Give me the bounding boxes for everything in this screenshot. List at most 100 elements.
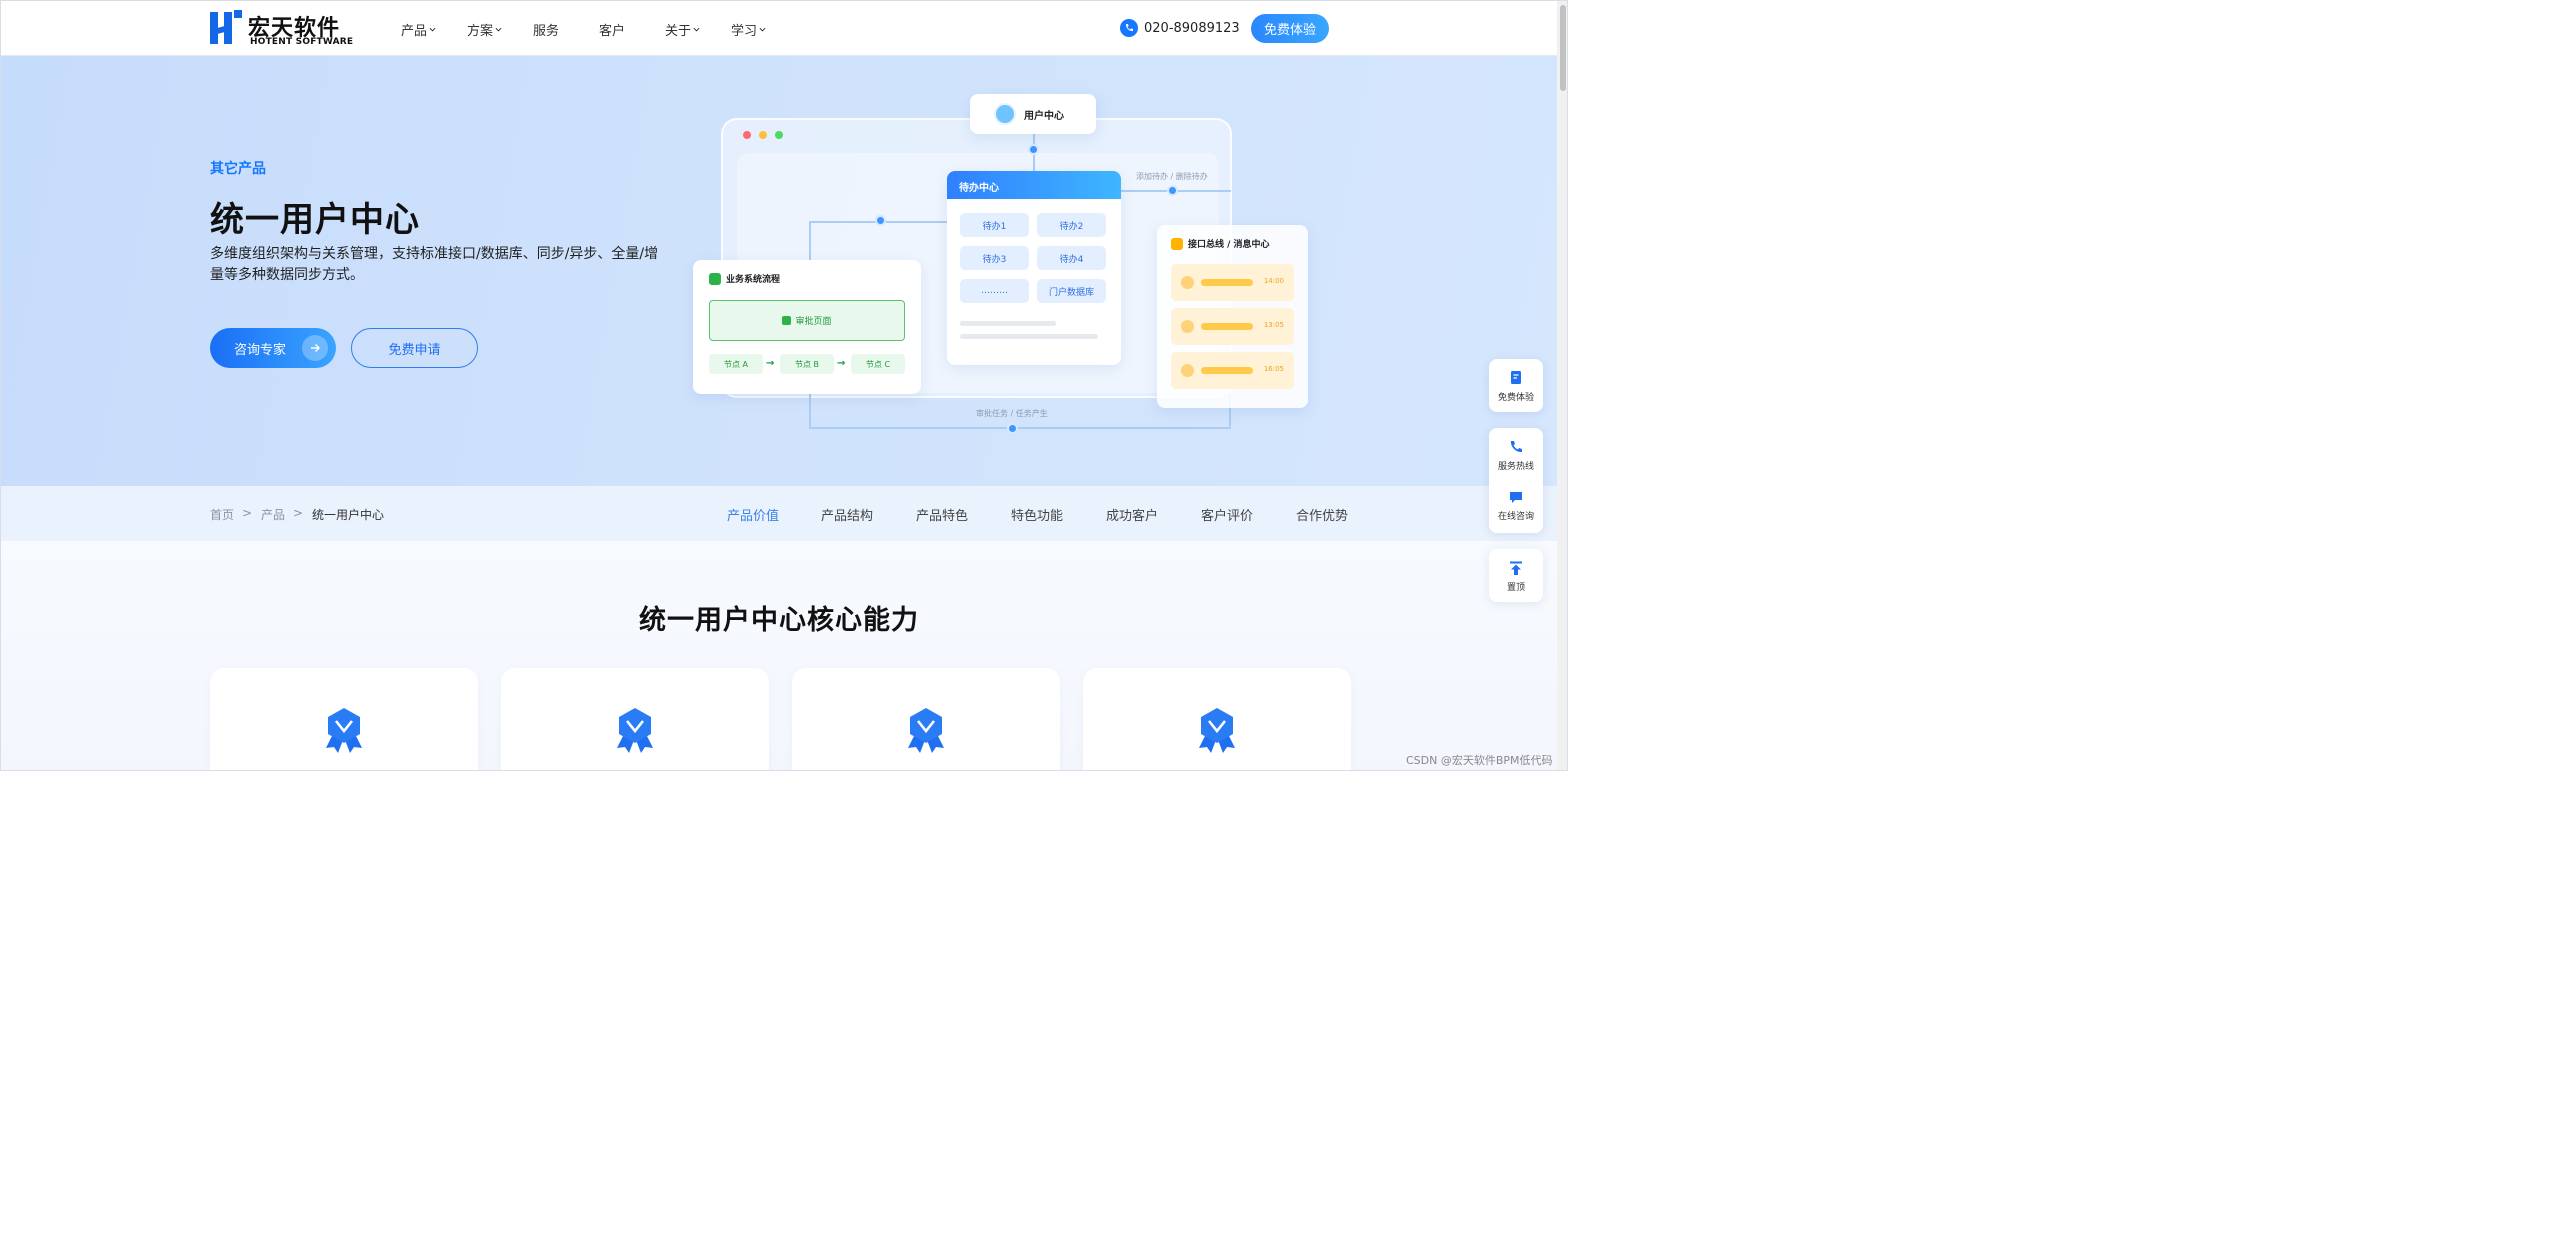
- todo-center-title: 待办中心: [947, 171, 1121, 199]
- tab-product-value[interactable]: 产品价值: [727, 505, 779, 524]
- todo-chip-label: 待办3: [982, 254, 1007, 265]
- nav-label: 客户: [599, 24, 626, 39]
- hero-description: 多维度组织架构与关系管理，支持标准接口/数据库、同步/异步、全量/增量等多种数据…: [210, 246, 659, 283]
- chevron-down-icon: [759, 27, 766, 32]
- logo[interactable]: 宏天软件 HOTENT SOFTWARE: [210, 10, 354, 48]
- hero-illustration: 添加待办 / 删除待办 审批任务 / 任务产生 用户中心 待办中心 待办1 待办…: [691, 94, 1311, 444]
- document-edit-icon: [1511, 370, 1521, 384]
- tab-customer-reviews[interactable]: 客户评价: [1201, 505, 1253, 524]
- breadcrumb-home[interactable]: 首页: [210, 506, 234, 523]
- avatar: [994, 103, 1016, 125]
- float-trial-cell[interactable]: 免费体验: [1489, 361, 1543, 411]
- message-row: 16:05: [1171, 352, 1294, 389]
- logo-text-en: HOTENT SOFTWARE: [250, 37, 354, 47]
- float-online[interactable]: 在线咨询: [1489, 480, 1543, 530]
- float-top-cell[interactable]: 置顶: [1489, 551, 1543, 601]
- flow-node-label: 节点 A: [723, 359, 748, 369]
- placeholder-line: [960, 321, 1056, 326]
- todo-chip-label: 待办1: [982, 221, 1007, 232]
- float-trial[interactable]: 免费体验: [1489, 359, 1543, 412]
- float-contact-group: 服务热线 在线咨询: [1489, 428, 1543, 533]
- float-hotline[interactable]: 服务热线: [1489, 430, 1543, 480]
- flow-node: 节点 B: [780, 354, 834, 374]
- watermark: CSDN @宏天软件BPM低代码: [1406, 754, 1553, 767]
- feature-card: [210, 668, 478, 770]
- free-apply-button[interactable]: 免费申请: [351, 328, 478, 368]
- tab-success-customers[interactable]: 成功客户: [1106, 505, 1158, 524]
- badge-icon: [908, 708, 944, 753]
- connector-dot: [1007, 423, 1018, 434]
- message-row: 13:05: [1171, 308, 1294, 345]
- connector-dot: [1028, 144, 1039, 155]
- float-trial-label: 免费体验: [1497, 392, 1534, 403]
- free-trial-button[interactable]: 免费体验: [1251, 14, 1329, 43]
- todo-chip-label: 待办4: [1059, 254, 1084, 265]
- consult-label: 咨询专家: [234, 342, 287, 358]
- stamp-icon: [782, 316, 792, 325]
- feature-card: [1083, 668, 1351, 770]
- bell-icon: [1171, 237, 1183, 250]
- flow-node: 节点 C: [851, 354, 905, 374]
- connector: [809, 394, 811, 429]
- top-header: 宏天软件 HOTENT SOFTWARE 产品 方案 服务 客户 关于 学习 0…: [1, 1, 1557, 56]
- scrollbar[interactable]: [1557, 1, 1567, 770]
- breadcrumb-current: 统一用户中心: [312, 508, 385, 522]
- tab-product-structure[interactable]: 产品结构: [821, 505, 873, 524]
- message-center-card: 接口总线 / 消息中心 14:00 13:05 16:05: [1157, 225, 1308, 408]
- chevron-down-icon: [429, 27, 436, 32]
- tab-product-features[interactable]: 产品特色: [916, 505, 968, 524]
- connector-dot: [875, 215, 886, 226]
- feature-card: [792, 668, 1060, 770]
- nav-item-about[interactable]: 关于: [665, 20, 700, 39]
- business-flow-title: 业务系统流程: [709, 272, 780, 285]
- breadcrumb-products[interactable]: 产品: [261, 506, 285, 523]
- badge-icon: [1199, 708, 1235, 753]
- nav-label: 方案: [467, 24, 494, 39]
- nav-item-learn[interactable]: 学习: [731, 20, 766, 39]
- nav-item-services[interactable]: 服务: [533, 20, 559, 39]
- label-add-remove: 添加待办 / 删除待办: [1136, 172, 1208, 181]
- scrollbar-thumb[interactable]: [1560, 5, 1566, 91]
- todo-chip-label: 待办2: [1059, 221, 1084, 232]
- flow-node-label: 节点 B: [794, 359, 820, 369]
- user-center-card: 用户中心: [970, 94, 1096, 134]
- hero-eyebrow: 其它产品: [210, 161, 266, 177]
- arrow-right-icon: →: [766, 358, 775, 369]
- todo-chip-label: ………: [981, 286, 1008, 296]
- todo-chip-label: 门户数据库: [1048, 287, 1094, 298]
- nav-label: 产品: [401, 24, 428, 39]
- tab-cooperation-advantages[interactable]: 合作优势: [1296, 505, 1348, 524]
- message-time: 13:05: [1263, 321, 1284, 329]
- feature-card: [501, 668, 769, 770]
- chat-icon: [1510, 491, 1522, 503]
- todo-chip: 待办3: [960, 246, 1029, 270]
- nav-label: 学习: [731, 24, 758, 39]
- page-frame: 宏天软件 HOTENT SOFTWARE 产品 方案 服务 客户 关于 学习 0…: [0, 0, 1568, 771]
- message-center-title: 接口总线 / 消息中心: [1171, 237, 1270, 250]
- nav-item-solutions[interactable]: 方案: [467, 20, 502, 39]
- message-time: 14:00: [1263, 277, 1284, 285]
- todo-center-card: 待办中心 待办1 待办2 待办3 待办4 ……… 门户数据库: [947, 171, 1121, 365]
- phone-contact[interactable]: 020-89089123: [1120, 19, 1240, 37]
- approve-page-box: 审批页面: [709, 300, 905, 341]
- phone-icon: [1510, 440, 1522, 452]
- phone-icon: [1120, 19, 1138, 37]
- tab-special-functions[interactable]: 特色功能: [1011, 505, 1063, 524]
- nav-item-customers[interactable]: 客户: [599, 20, 625, 39]
- consult-expert-button[interactable]: 咨询专家: [210, 328, 336, 368]
- arrow-right-icon: →: [837, 358, 846, 369]
- connector: [809, 427, 1231, 429]
- chevron-down-icon: [495, 27, 502, 32]
- nav-item-products[interactable]: 产品: [401, 20, 436, 39]
- float-online-label: 在线咨询: [1497, 511, 1534, 522]
- flow-node: 节点 A: [709, 354, 763, 374]
- float-top-label: 置顶: [1506, 582, 1525, 593]
- business-flow-card: 业务系统流程 审批页面 节点 A → 节点 B → 节点 C: [693, 260, 921, 394]
- placeholder-line: [960, 334, 1098, 339]
- float-top[interactable]: 置顶: [1489, 549, 1543, 602]
- message-center-label: 接口总线 / 消息中心: [1188, 240, 1270, 250]
- phone-number: 020-89089123: [1144, 20, 1240, 36]
- breadcrumb-separator: >: [293, 506, 304, 520]
- float-hotline-label: 服务热线: [1497, 461, 1534, 472]
- breadcrumb-separator: >: [242, 506, 253, 520]
